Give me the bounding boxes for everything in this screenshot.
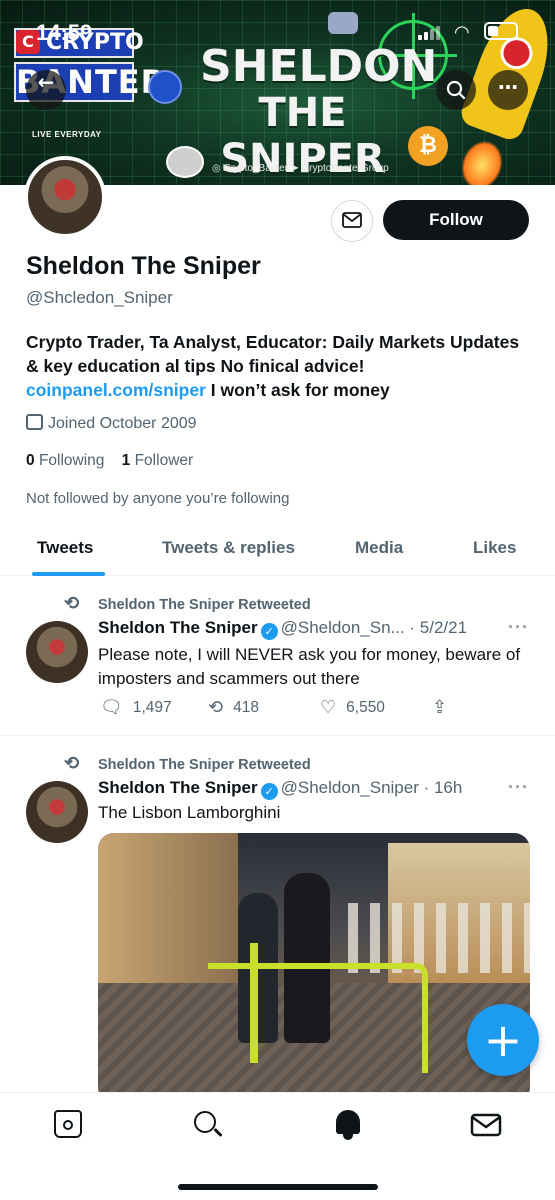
heart-icon: ♡ bbox=[320, 697, 337, 717]
tab-media[interactable]: Media bbox=[355, 538, 403, 558]
tweet-avatar[interactable] bbox=[26, 621, 88, 683]
joined-date: Joined October 2009 bbox=[26, 414, 197, 433]
tweet-media-photo[interactable] bbox=[98, 833, 530, 1103]
tweet-actions: 🗨 1,497 ⟲ 418 ♡ 6,550 ⇪ bbox=[98, 697, 538, 721]
retweet-context: ⟲ Sheldon The Sniper Retweeted bbox=[64, 753, 311, 774]
cellular-signal-icon bbox=[418, 24, 442, 40]
more-options-button[interactable]: … bbox=[488, 70, 528, 110]
following-link[interactable]: 0 Following bbox=[26, 452, 104, 469]
retweet-context: ⟲ Sheldon The Sniper Retweeted bbox=[64, 593, 311, 614]
home-indicator bbox=[178, 1184, 378, 1190]
tweet-header: Sheldon The Sniper ✓ @Sheldon_Sniper · 16h bbox=[98, 778, 462, 800]
more-dots-icon: … bbox=[498, 70, 518, 94]
reply-count: 1,497 bbox=[132, 699, 172, 716]
retweet-label: Sheldon The Sniper Retweeted bbox=[98, 597, 311, 613]
tweet-handle-time: @Sheldon_Sniper · 16h bbox=[280, 778, 463, 797]
bio-text: Crypto Trader, Ta Analyst, Educator: Dai… bbox=[26, 332, 520, 376]
active-tab-indicator bbox=[32, 572, 105, 576]
reply-button[interactable]: 🗨 1,497 bbox=[100, 697, 172, 718]
tweet-item[interactable]: ⟲ Sheldon The Sniper Retweeted Sheldon Th… bbox=[0, 577, 555, 736]
verified-badge-icon: ✓ bbox=[260, 623, 278, 640]
tweet-text: The Lisbon Lamborghini bbox=[98, 803, 281, 822]
bio-tail: I won’t ask for money bbox=[205, 380, 390, 400]
share-icon: ⇪ bbox=[432, 697, 448, 717]
bio-link[interactable]: coinpanel.com/sniper bbox=[26, 380, 206, 400]
explore-search-icon[interactable] bbox=[190, 1107, 226, 1143]
profile-name: Sheldon The Sniper bbox=[26, 252, 261, 280]
search-button[interactable] bbox=[436, 70, 476, 110]
search-icon bbox=[446, 80, 466, 100]
battery-icon bbox=[484, 22, 518, 40]
tweet-handle-time: @Sheldon_Sn... · 5/2/21 bbox=[280, 618, 468, 637]
retweet-label: Sheldon The Sniper Retweeted bbox=[98, 757, 311, 773]
banner-socials: ◎ Crypto_Banter ➤ CryptoBanterGroup bbox=[212, 163, 389, 174]
following-count: 0 bbox=[26, 452, 35, 469]
profile-bio: Crypto Trader, Ta Analyst, Educator: Dai… bbox=[26, 330, 536, 402]
status-time: 14:59 bbox=[36, 20, 93, 45]
joined-text: Joined October 2009 bbox=[48, 415, 197, 432]
wifi-icon: ◠ bbox=[454, 22, 470, 42]
profile-handle: @Shcledon_Sniper bbox=[26, 288, 173, 307]
profile-avatar[interactable] bbox=[24, 156, 106, 238]
tweet-author-name[interactable]: Sheldon The Sniper bbox=[98, 778, 258, 797]
logo-tagline: LIVE EVERYDAY bbox=[32, 130, 102, 139]
verified-badge-icon: ✓ bbox=[260, 783, 278, 800]
share-button[interactable]: ⇪ bbox=[432, 697, 457, 718]
tab-tweets-replies[interactable]: Tweets & replies bbox=[162, 538, 295, 558]
retweet-icon: ⟲ bbox=[64, 753, 80, 773]
followers-count: 1 bbox=[121, 452, 131, 469]
tweet-avatar[interactable] bbox=[26, 781, 88, 843]
follow-button[interactable]: Follow bbox=[383, 200, 529, 240]
mutual-followers-note: Not followed by anyone you’re following bbox=[26, 490, 290, 507]
follow-stats: 0 Following 1 Follower bbox=[26, 452, 193, 470]
tweet-text: Please note, I will NEVER ask you for mo… bbox=[98, 645, 521, 688]
status-bar: 14:59 ◠ bbox=[0, 0, 555, 60]
tweet-more-button[interactable]: ··· bbox=[508, 777, 529, 798]
tweet-author-name[interactable]: Sheldon The Sniper bbox=[98, 618, 258, 637]
tweet-more-button[interactable]: ··· bbox=[508, 617, 529, 638]
cardano-coin-graphic bbox=[148, 70, 182, 104]
like-button[interactable]: ♡ 6,550 bbox=[320, 697, 385, 718]
profile-tabs: Tweets Tweets & replies Media Likes bbox=[0, 528, 555, 576]
tab-likes[interactable]: Likes bbox=[473, 538, 516, 558]
retweet-action-icon: ⟲ bbox=[208, 697, 224, 717]
retweet-icon: ⟲ bbox=[64, 593, 80, 613]
envelope-icon bbox=[470, 1113, 502, 1137]
tab-tweets[interactable]: Tweets bbox=[37, 538, 93, 558]
followers-label: Follower bbox=[134, 452, 194, 469]
like-count: 6,550 bbox=[346, 699, 385, 716]
messages-envelope-icon[interactable] bbox=[468, 1107, 504, 1143]
retweet-count: 418 bbox=[233, 699, 259, 716]
back-button[interactable]: ← bbox=[26, 70, 66, 110]
photo-scooter bbox=[208, 963, 428, 1073]
tweet-header: Sheldon The Sniper ✓ @Sheldon_Sn... · 5/2/… bbox=[98, 618, 467, 640]
retweet-button[interactable]: ⟲ 418 bbox=[208, 697, 259, 718]
back-arrow-icon: ← bbox=[37, 70, 55, 94]
home-icon[interactable] bbox=[50, 1107, 86, 1143]
calendar-icon bbox=[26, 414, 43, 430]
following-label: Following bbox=[38, 452, 105, 469]
compose-tweet-button[interactable]: + bbox=[467, 1004, 539, 1076]
bitcoin-coin-graphic: ₿ bbox=[408, 126, 448, 166]
envelope-icon bbox=[342, 211, 362, 228]
message-button[interactable] bbox=[331, 200, 373, 242]
ethereum-coin-graphic bbox=[166, 146, 204, 178]
banner-title: SHELDON THE SNIPER bbox=[200, 44, 437, 183]
reply-icon: 🗨 bbox=[100, 697, 123, 717]
followers-link[interactable]: 1 Follower bbox=[122, 452, 194, 469]
notifications-bell-icon[interactable] bbox=[330, 1107, 366, 1143]
